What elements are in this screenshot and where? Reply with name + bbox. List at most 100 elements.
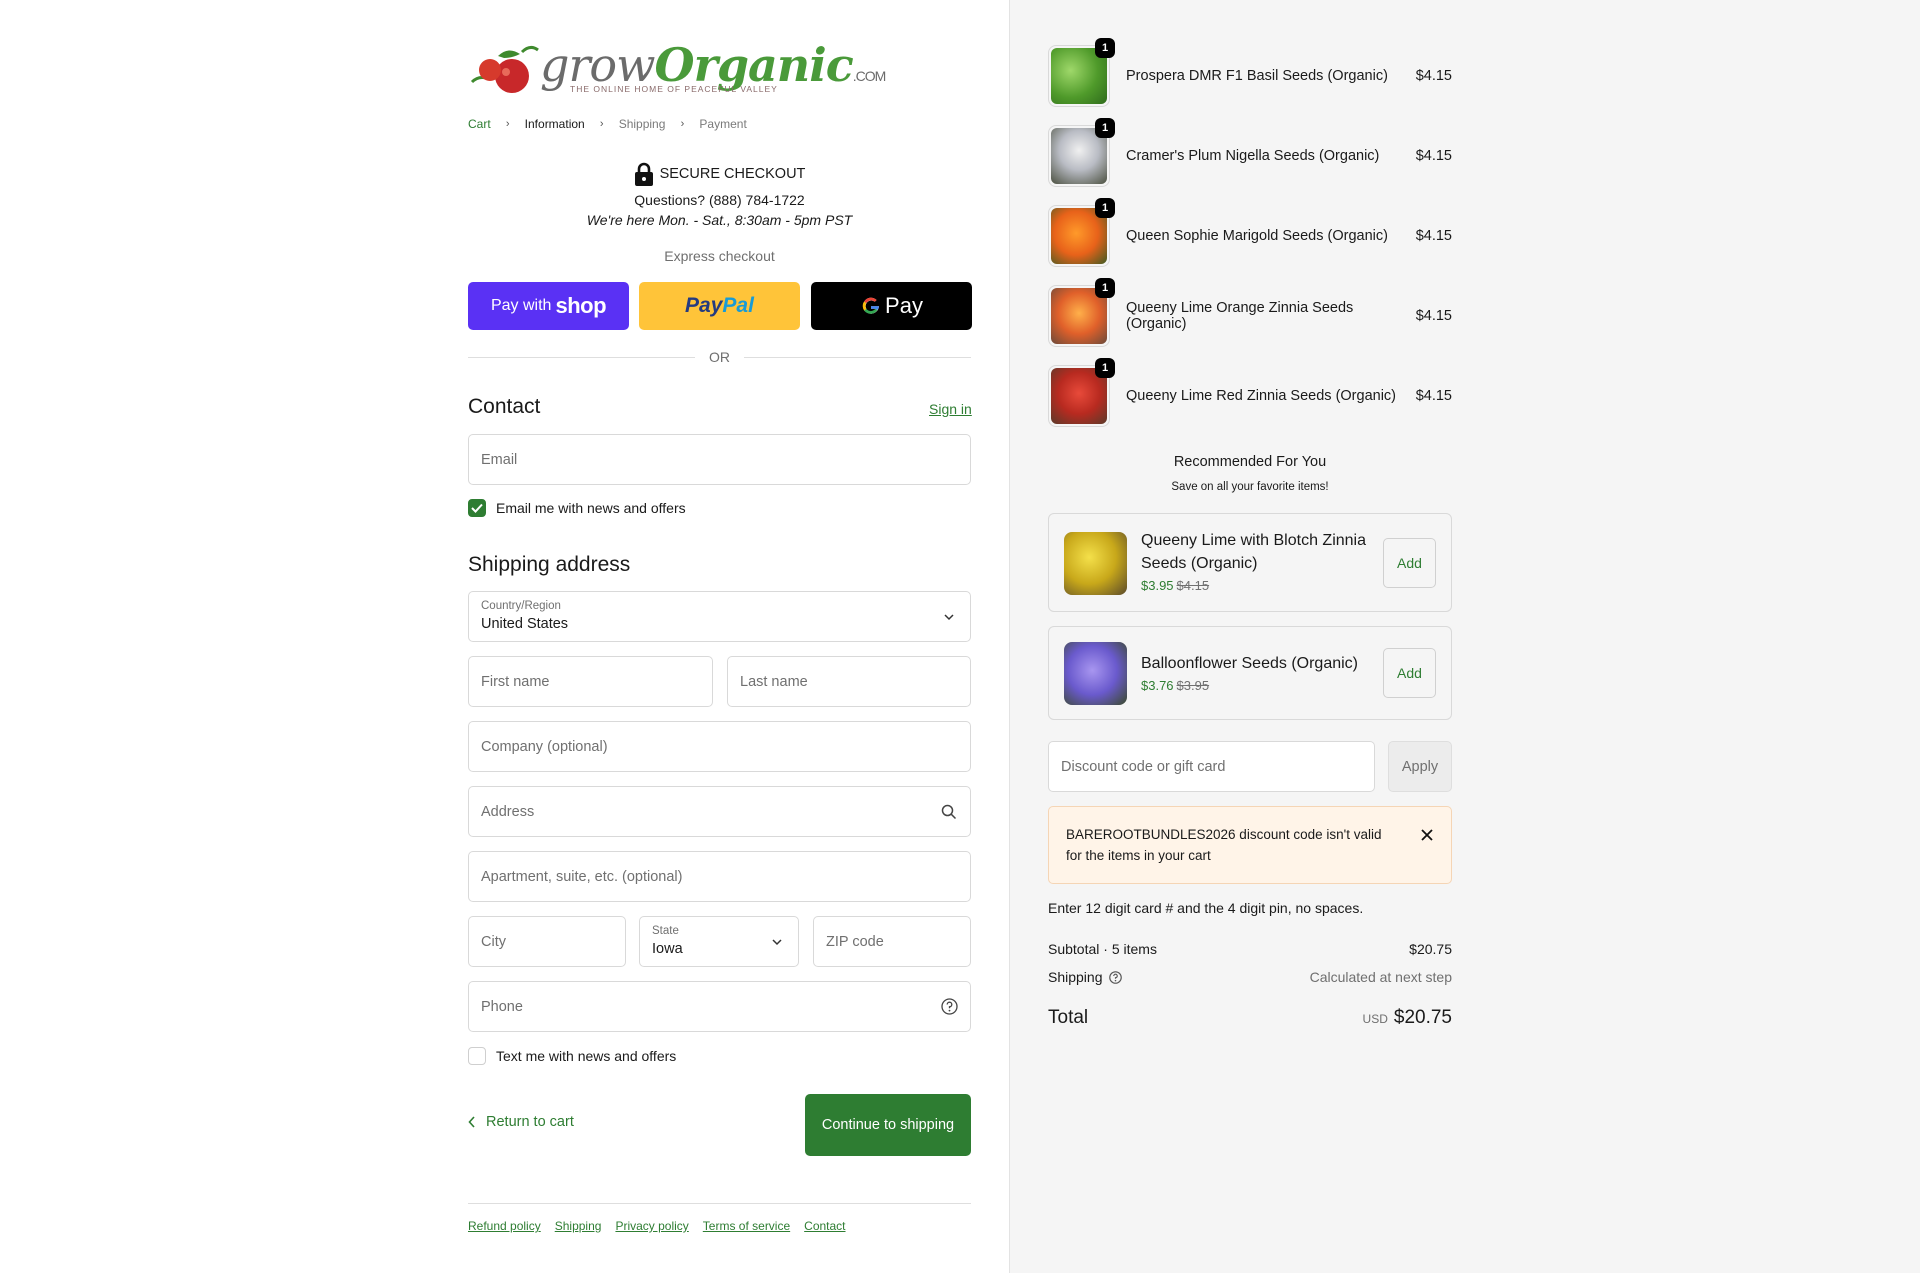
terms-of-service-link[interactable]: Terms of service bbox=[703, 1219, 790, 1233]
phone-placeholder: Phone bbox=[481, 998, 523, 1015]
footer-links: Refund policy Shipping Privacy policy Te… bbox=[468, 1219, 846, 1233]
discount-placeholder: Discount code or gift card bbox=[1061, 758, 1226, 775]
logo-com-text: .COM bbox=[852, 68, 887, 84]
tomato-logo-icon bbox=[470, 45, 539, 93]
breadcrumb: Cart › Information › Shipping › Payment bbox=[468, 117, 747, 131]
city-field[interactable]: City bbox=[468, 916, 626, 967]
cart-item-name: Cramer's Plum Nigella Seeds (Organic) bbox=[1126, 148, 1380, 164]
recommended-item: Balloonflower Seeds (Organic) $3.76 $3.95… bbox=[1048, 626, 1452, 720]
cart-item-name: Prospera DMR F1 Basil Seeds (Organic) bbox=[1126, 68, 1388, 84]
recommended-item-name: Queeny Lime with Blotch Zinnia Seeds (Or… bbox=[1141, 532, 1366, 572]
text-news-checkbox[interactable] bbox=[468, 1047, 486, 1065]
paypal-button[interactable]: Pay Pal bbox=[639, 282, 800, 330]
email-news-label: Email me with news and offers bbox=[496, 500, 686, 516]
address-placeholder: Address bbox=[481, 803, 535, 820]
help-icon[interactable] bbox=[940, 998, 958, 1016]
chevron-right-icon: › bbox=[680, 118, 685, 130]
total-row: Total USD $20.75 bbox=[1048, 1007, 1452, 1029]
secure-checkout-title: SECURE CHECKOUT bbox=[659, 166, 806, 182]
apply-discount-button[interactable]: Apply bbox=[1388, 741, 1452, 792]
chevron-left-icon bbox=[468, 1116, 475, 1128]
email-news-checkbox[interactable] bbox=[468, 499, 486, 517]
discount-error-alert: BAREROOTBUNDLES2026 discount code isn't … bbox=[1048, 806, 1452, 884]
original-price: $4.15 bbox=[1176, 578, 1210, 593]
shipping-row: Shipping Calculated at next step bbox=[1048, 969, 1452, 985]
breadcrumb-cart[interactable]: Cart bbox=[468, 117, 491, 131]
company-placeholder: Company (optional) bbox=[481, 738, 608, 755]
return-to-cart-label: Return to cart bbox=[486, 1114, 574, 1130]
recommended-item-price: $3.76 $3.95 bbox=[1141, 678, 1209, 693]
discount-code-field[interactable]: Discount code or gift card bbox=[1048, 741, 1375, 792]
shop-pay-button[interactable]: Pay with shop bbox=[468, 282, 629, 330]
zip-field[interactable]: ZIP code bbox=[813, 916, 971, 967]
add-recommended-button[interactable]: Add bbox=[1383, 648, 1436, 698]
cart-item-price: $4.15 bbox=[1415, 228, 1452, 244]
chevron-down-icon bbox=[940, 608, 958, 626]
shipping-policy-link[interactable]: Shipping bbox=[555, 1219, 602, 1233]
help-icon[interactable] bbox=[1108, 970, 1122, 984]
discount-error-message: BAREROOTBUNDLES2026 discount code isn't … bbox=[1066, 827, 1382, 863]
or-text: OR bbox=[709, 349, 730, 365]
phone-field[interactable]: Phone bbox=[468, 981, 971, 1032]
total-label: Total bbox=[1048, 1007, 1089, 1028]
close-icon[interactable] bbox=[1421, 825, 1433, 846]
quantity-badge: 1 bbox=[1095, 278, 1115, 298]
cart-item-price: $4.15 bbox=[1415, 148, 1452, 164]
chevron-down-icon bbox=[768, 933, 786, 951]
state-label: State bbox=[652, 925, 679, 937]
country-label: Country/Region bbox=[481, 600, 561, 612]
lock-icon bbox=[634, 162, 653, 186]
apartment-field[interactable]: Apartment, suite, etc. (optional) bbox=[468, 851, 971, 902]
recommended-item: Queeny Lime with Blotch Zinnia Seeds (Or… bbox=[1048, 513, 1452, 612]
privacy-policy-link[interactable]: Privacy policy bbox=[615, 1219, 688, 1233]
cart-item-price: $4.15 bbox=[1415, 388, 1452, 404]
company-field[interactable]: Company (optional) bbox=[468, 721, 971, 772]
sale-price: $3.76 bbox=[1141, 678, 1174, 693]
shipping-label: Shipping bbox=[1048, 969, 1103, 985]
shipping-address-heading: Shipping address bbox=[468, 553, 631, 576]
chevron-right-icon: › bbox=[505, 118, 510, 130]
product-thumbnail: 1 bbox=[1048, 118, 1115, 187]
recommended-title: Recommended For You bbox=[1173, 454, 1327, 470]
address-field[interactable]: Address bbox=[468, 786, 971, 837]
sign-in-link[interactable]: Sign in bbox=[929, 401, 972, 417]
cart-item-name: Queeny Lime Red Zinnia Seeds (Organic) bbox=[1126, 388, 1396, 404]
continue-to-shipping-button[interactable]: Continue to shipping bbox=[805, 1094, 971, 1156]
contact-link[interactable]: Contact bbox=[804, 1219, 845, 1233]
email-news-checkbox-row[interactable]: Email me with news and offers bbox=[468, 499, 686, 517]
google-g-icon bbox=[862, 297, 880, 314]
cart-item: 1 Cramer's Plum Nigella Seeds (Organic) … bbox=[1048, 118, 1452, 188]
last-name-field[interactable]: Last name bbox=[727, 656, 971, 707]
country-value: United States bbox=[481, 616, 569, 632]
search-icon bbox=[940, 803, 958, 821]
email-placeholder: Email bbox=[481, 451, 518, 468]
zip-placeholder: ZIP code bbox=[826, 933, 884, 950]
product-thumbnail bbox=[1064, 642, 1127, 705]
cart-item-price: $4.15 bbox=[1415, 68, 1452, 84]
state-value: Iowa bbox=[652, 941, 683, 957]
return-to-cart-link[interactable]: Return to cart bbox=[468, 1114, 574, 1130]
product-thumbnail: 1 bbox=[1048, 358, 1115, 427]
chevron-right-icon: › bbox=[599, 118, 604, 130]
add-recommended-button[interactable]: Add bbox=[1383, 538, 1436, 588]
email-field[interactable]: Email bbox=[468, 434, 971, 485]
country-select[interactable]: Country/Region United States bbox=[468, 591, 971, 642]
first-name-field[interactable]: First name bbox=[468, 656, 713, 707]
cart-item-name: Queen Sophie Marigold Seeds (Organic) bbox=[1126, 228, 1388, 244]
state-select[interactable]: State Iowa bbox=[639, 916, 799, 967]
shop-pay-brand: shop bbox=[555, 293, 607, 318]
breadcrumb-payment: Payment bbox=[699, 117, 747, 131]
google-pay-button[interactable]: Pay bbox=[811, 282, 972, 330]
breadcrumb-information: Information bbox=[524, 117, 585, 131]
city-placeholder: City bbox=[481, 933, 506, 950]
shop-pay-prefix: Pay with bbox=[490, 297, 552, 314]
refund-policy-link[interactable]: Refund policy bbox=[468, 1219, 541, 1233]
or-divider: OR bbox=[468, 349, 971, 365]
checkmark-icon bbox=[471, 503, 483, 513]
apartment-placeholder: Apartment, suite, etc. (optional) bbox=[481, 868, 683, 885]
footer-divider bbox=[468, 1203, 971, 1204]
text-news-checkbox-row[interactable]: Text me with news and offers bbox=[468, 1047, 676, 1065]
product-thumbnail bbox=[1064, 532, 1127, 595]
quantity-badge: 1 bbox=[1095, 358, 1115, 378]
store-logo[interactable]: growOrganic.COM THE ONLINE HOME OF PEACE… bbox=[468, 36, 886, 100]
